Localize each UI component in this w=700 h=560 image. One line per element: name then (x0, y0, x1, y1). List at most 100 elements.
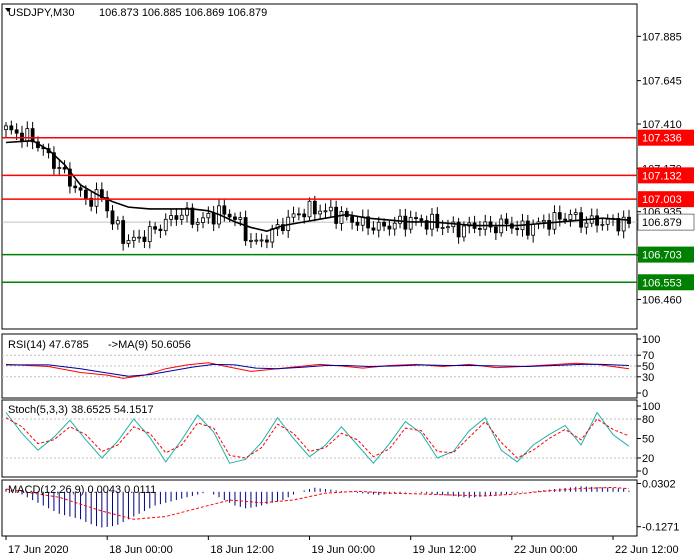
candle-body (339, 211, 344, 224)
chart-background (0, 0, 700, 560)
candle-body (573, 212, 578, 215)
candle-body (222, 205, 227, 215)
candle-body (227, 213, 232, 218)
candle-body (552, 212, 557, 230)
candle-body (478, 228, 482, 230)
candle-body (249, 240, 253, 242)
candle-body (419, 218, 424, 221)
time-axis-label: 18 Jun 12:00 (210, 544, 274, 556)
level-label: 107.003 (642, 194, 682, 206)
stoch-axis-tick-label: 80 (642, 414, 654, 426)
candle-body (9, 125, 14, 131)
level-label: 106.703 (642, 250, 682, 262)
candle-body (387, 225, 392, 230)
stoch-axis-tick-label: 50 (642, 434, 654, 446)
candle-body (126, 240, 131, 244)
candle-body (595, 215, 599, 226)
stoch-title: Stoch(5,3,3) 38.6525 54.1517 (8, 404, 154, 416)
candle-body (142, 236, 147, 242)
price-axis-tick-label: 107.885 (642, 31, 682, 43)
candle-body (307, 200, 312, 218)
candle-body (568, 214, 573, 221)
candle-body (334, 206, 339, 224)
level-label: 107.132 (642, 170, 682, 182)
candle-body (318, 210, 323, 215)
candle-body (493, 226, 498, 234)
candle-body (147, 226, 152, 242)
candle-body (30, 128, 35, 143)
candle-body (153, 226, 157, 230)
candle-body (302, 213, 307, 218)
stoch-axis-tick-label: 20 (642, 453, 654, 465)
candle-body (515, 227, 520, 231)
macd-axis-tick-label: 0.0302 (642, 478, 676, 490)
trading-chart[interactable]: 107.885107.645107.410107.170106.935106.7… (0, 0, 700, 560)
candle-body (584, 222, 589, 228)
stoch-axis-tick-label: 100 (642, 401, 660, 413)
candle-body (600, 223, 605, 226)
candle-body (435, 213, 440, 229)
candle-body (328, 206, 333, 212)
candle-body (174, 215, 179, 220)
macd-title: MACD(12,26,9) 0.0043 0.0111 (8, 484, 156, 496)
level-label: 106.553 (642, 277, 682, 289)
candle-body (254, 239, 259, 242)
time-axis-label: 18 Jun 00:00 (109, 544, 173, 556)
candle-body (78, 187, 83, 191)
candle-body (382, 221, 386, 227)
candle-body (57, 167, 62, 169)
candle-body (73, 185, 78, 189)
candle-body (201, 217, 205, 223)
candle-body (206, 213, 211, 219)
candle-body (557, 212, 562, 220)
candle-body (408, 217, 413, 230)
level-label: 107.336 (642, 133, 682, 145)
candle-body (163, 218, 168, 232)
candle-body (462, 225, 466, 238)
candle-body (259, 239, 264, 242)
rsi-axis-tick-label: 0 (642, 388, 648, 400)
candle-body (195, 222, 200, 225)
candle-body (525, 220, 530, 236)
time-axis-label: 22 Jun 12:00 (615, 544, 679, 556)
candle-body (83, 189, 88, 199)
rsi-axis-tick-label: 100 (642, 334, 660, 346)
candle-body (605, 218, 610, 225)
candle-body (371, 227, 376, 231)
candle-body (350, 216, 355, 223)
candle-body (446, 226, 450, 229)
candle-body (398, 215, 402, 224)
rsi-axis-tick-label: 30 (642, 372, 654, 384)
candle-body (291, 213, 296, 218)
candle-body (179, 214, 184, 220)
candle-body (158, 228, 163, 232)
candle-body (265, 239, 269, 243)
price-axis-tick-label: 107.410 (642, 119, 682, 131)
time-axis-label: 17 Jun 2020 (8, 544, 69, 556)
candle-body (270, 228, 275, 243)
price-axis-tick-label: 106.460 (642, 294, 682, 306)
time-axis-label: 22 Jun 00:00 (514, 544, 578, 556)
candle-body (392, 222, 397, 230)
candle-body (169, 215, 173, 220)
last-price-label: 106.879 (642, 217, 682, 229)
macd-axis-tick-label: -0.1271 (642, 522, 679, 534)
time-axis-label: 19 Jun 12:00 (413, 544, 477, 556)
rsi-ma-title: ->MA(9) 50.6056 (108, 339, 191, 351)
candle-body (541, 220, 546, 223)
stoch-axis-tick-label: 0 (642, 466, 648, 478)
candle-body (616, 217, 621, 232)
candle-body (115, 220, 120, 225)
price-axis-tick-label: 107.645 (642, 76, 682, 88)
candle-body (547, 220, 552, 230)
candle-body (414, 217, 418, 220)
candle-body (563, 218, 568, 221)
candle-body (110, 210, 115, 225)
candle-body (94, 189, 99, 207)
candle-body (14, 129, 19, 134)
candle-body (531, 223, 536, 236)
candle-body (323, 210, 328, 213)
candle-body (131, 236, 136, 241)
candle-body (137, 236, 142, 239)
candle-body (403, 215, 408, 230)
